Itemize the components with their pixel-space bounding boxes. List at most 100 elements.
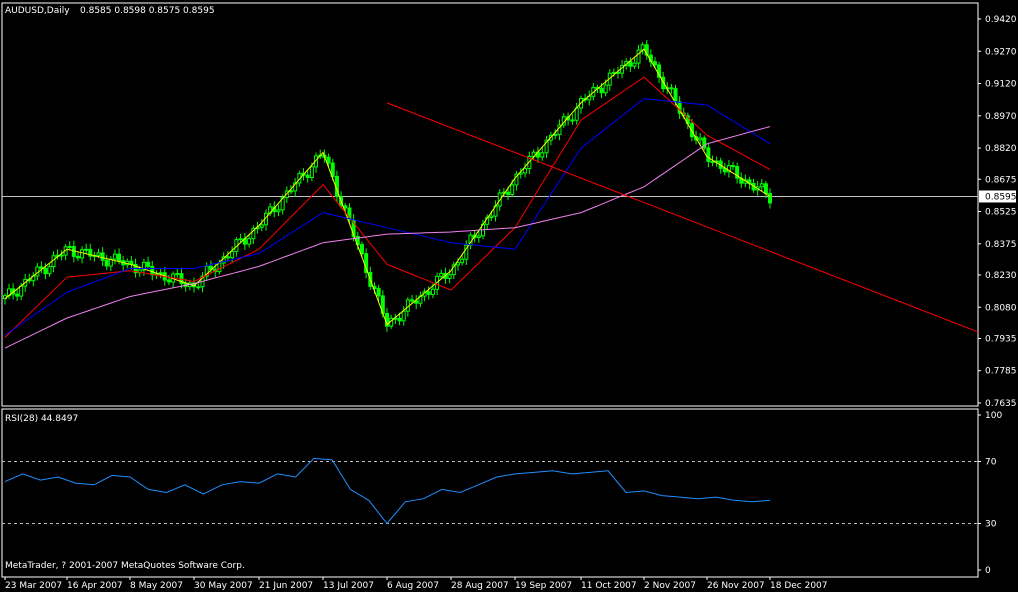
- candle-body: [146, 261, 151, 267]
- candle-body: [447, 274, 452, 279]
- candle-body: [401, 310, 406, 322]
- candle-body: [768, 193, 772, 204]
- candle-body: [150, 265, 155, 276]
- moving-averages: [4, 48, 771, 349]
- candle-body: [259, 224, 264, 228]
- candle-body: [523, 168, 528, 174]
- candle-body: [225, 256, 230, 259]
- ma-fast-line: [4, 48, 771, 326]
- candle-body: [166, 279, 171, 283]
- candle-body: [574, 107, 579, 121]
- candle-body: [343, 205, 348, 209]
- price-tick-label: 0.8970: [985, 112, 1017, 122]
- rsi-line: [4, 457, 771, 525]
- date-tick-label: 2 Nov 2007: [644, 581, 696, 591]
- candle-body: [510, 184, 515, 195]
- date-tick-label: 16 Apr 2007: [67, 581, 123, 591]
- candle-body: [599, 87, 604, 94]
- date-tick-label: 30 May 2007: [194, 581, 253, 591]
- current-price-label: 0.8595: [985, 192, 1017, 202]
- price-tick-label: 0.8675: [985, 175, 1017, 185]
- candle-body: [96, 252, 101, 256]
- candle-body: [460, 258, 465, 264]
- main-panel-border: [1, 2, 979, 407]
- candle-body: [19, 285, 24, 297]
- candle-body: [305, 174, 310, 179]
- candle-body: [67, 245, 72, 248]
- trendline[interactable]: [386, 102, 979, 333]
- date-tick-label: 13 Jul 2007: [323, 581, 374, 591]
- date-axis: 23 Mar 2007 16 Apr 2007 8 May 2007 30 May 2…: [4, 577, 828, 591]
- rsi-tick-label: 70: [985, 458, 997, 468]
- candle-body: [158, 272, 163, 275]
- price-tick-label: 0.8230: [985, 271, 1017, 281]
- rsi-layer: [4, 457, 771, 525]
- rsi-tick-label: 30: [985, 520, 997, 530]
- price-tick-label: 0.8375: [985, 240, 1017, 250]
- candle-body: [15, 293, 20, 297]
- candle-body: [652, 61, 657, 66]
- candle-body: [289, 190, 293, 193]
- ohlc-values: 0.8585 0.8598 0.8575 0.8595: [80, 6, 215, 16]
- candle-body: [100, 252, 105, 261]
- candle-body: [247, 238, 252, 245]
- price-tick-label: 0.8080: [985, 303, 1017, 313]
- candle-body: [506, 191, 511, 195]
- candle-body: [410, 299, 415, 302]
- date-tick-label: 19 Sep 2007: [515, 581, 572, 591]
- candle-body: [196, 286, 201, 289]
- candle-body: [426, 291, 431, 295]
- candle-body: [430, 288, 435, 295]
- price-tick-label: 0.9420: [985, 15, 1017, 25]
- candle-body: [706, 147, 711, 162]
- trendline-layer[interactable]: [386, 102, 979, 333]
- date-tick-label: 28 Aug 2007: [451, 581, 509, 591]
- candle-body: [397, 317, 402, 322]
- date-tick-label: 23 Mar 2007: [5, 581, 62, 591]
- date-tick-label: 11 Oct 2007: [581, 581, 637, 591]
- candle-body: [673, 88, 678, 103]
- candle-body: [217, 262, 222, 273]
- candle-body: [476, 235, 481, 238]
- price-tick-label: 0.7785: [985, 367, 1017, 377]
- candle-body: [80, 249, 85, 259]
- symbol-label: AUDUSD,Daily: [5, 6, 70, 16]
- candle-body: [326, 156, 331, 164]
- candle-body: [455, 262, 460, 266]
- date-tick-label: 18 Dec 2007: [770, 581, 828, 591]
- candle-body: [669, 87, 674, 90]
- date-tick-label: 26 Nov 2007: [707, 581, 765, 591]
- candle-body: [104, 259, 109, 267]
- rsi-levels: [2, 461, 978, 524]
- date-tick-label: 6 Aug 2007: [387, 581, 439, 591]
- candle-body: [376, 288, 381, 297]
- price-tick-label: 0.7635: [985, 399, 1017, 409]
- date-tick-label: 8 May 2007: [130, 581, 183, 591]
- candle-body: [276, 209, 281, 213]
- rsi-axis: 100 70 30 0: [978, 411, 1002, 576]
- candle-body: [84, 248, 89, 251]
- rsi-tick-label: 0: [985, 566, 991, 576]
- copyright-label: MetaTrader, ? 2001-2007 MetaQuotes Softw…: [5, 561, 245, 571]
- price-tick-label: 0.9270: [985, 47, 1017, 57]
- candle-body: [632, 62, 637, 67]
- date-tick-label: 21 Jun 2007: [259, 581, 313, 591]
- rsi-tick-label: 100: [985, 411, 1002, 421]
- candle-body: [763, 183, 768, 195]
- candle-body: [710, 160, 715, 163]
- candle-body: [112, 253, 117, 260]
- rsi-label: RSI(28) 44.8497: [5, 414, 78, 424]
- candle-body: [611, 71, 616, 74]
- rsi-panel-border: [1, 408, 979, 578]
- price-chart[interactable]: 0.9420 0.9270 0.9120 0.8970 0.8820 0.8675 0.85…: [0, 0, 1018, 592]
- candle-body: [759, 183, 764, 188]
- candle-body: [175, 273, 180, 276]
- candle-body: [359, 244, 364, 255]
- chart-frame: [1, 2, 979, 578]
- candle-body: [59, 254, 64, 257]
- candle-body: [238, 238, 243, 241]
- candle-body: [636, 49, 641, 64]
- candle-body: [540, 152, 545, 158]
- candle-body: [47, 266, 52, 275]
- candle-body: [230, 250, 235, 259]
